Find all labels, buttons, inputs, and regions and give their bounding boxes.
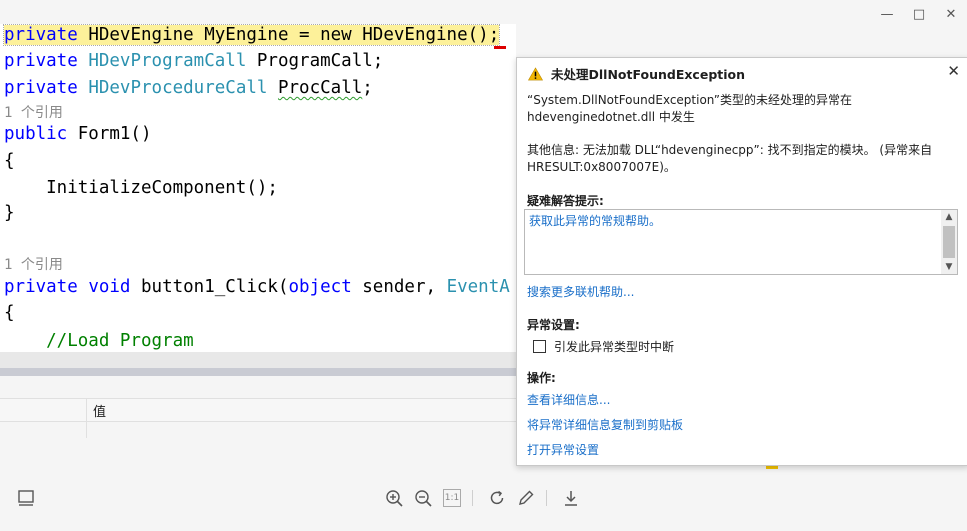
actual-size-icon[interactable]: 1:1 [443, 489, 461, 507]
toolbar-separator [546, 490, 547, 506]
popup-title-text: 未处理DllNotFoundException [551, 67, 746, 82]
close-icon: ✕ [945, 6, 957, 22]
code-line-4: public Form1() [4, 123, 152, 145]
code-text: sender, [351, 277, 447, 297]
code-text: ; [362, 78, 373, 98]
break-checkbox[interactable] [533, 340, 546, 353]
code-text: button1_Click( [130, 277, 289, 297]
exception-helper-popup: 未处理DllNotFoundException ✕ “System.DllNot… [516, 57, 967, 466]
pen-icon[interactable] [517, 489, 535, 507]
type-name: HDevEngine [362, 25, 468, 45]
minimize-button[interactable]: — [871, 0, 903, 28]
close-popup-button[interactable]: ✕ [947, 62, 960, 80]
close-icon: ✕ [947, 62, 960, 80]
keyword: public [4, 124, 68, 144]
code-line-7: } [4, 203, 15, 223]
warning-icon [528, 66, 543, 80]
exception-marker [494, 46, 506, 49]
type-name: EventA [446, 277, 510, 297]
keyword: void [88, 277, 131, 297]
actions-label: 操作: [527, 371, 556, 385]
type-name: HDevProcedureCall [88, 78, 268, 98]
zoom-out-icon[interactable] [414, 489, 432, 507]
zoom-in-icon[interactable] [385, 489, 403, 507]
code-line-6: InitializeComponent(); [4, 178, 278, 198]
exception-message: “System.DllNotFoundException”类型的未经处理的异常在… [527, 93, 852, 124]
view-details-link[interactable]: 查看详细信息... [527, 391, 610, 408]
code-line-10: //Load Program [4, 331, 194, 351]
keyword: private [4, 277, 78, 297]
keyword: private [4, 51, 78, 71]
maximize-button[interactable]: □ [903, 0, 935, 28]
break-checkbox-label: 引发此异常类型时中断 [554, 340, 675, 354]
watch-grid-header [0, 398, 516, 422]
code-editor[interactable]: private HDevEngine MyEngine = new HDevEn… [0, 24, 516, 352]
code-line-3: private HDevProcedureCall ProcCall; [4, 77, 373, 99]
minimize-icon: — [880, 6, 894, 22]
code-line-2: private HDevProgramCall ProgramCall; [4, 50, 383, 72]
scroll-down-icon[interactable]: ▼ [941, 260, 957, 274]
column-separator[interactable] [86, 398, 87, 438]
type-name: HDevEngine [88, 25, 194, 45]
additional-info: 其他信息: 无法加载 DLL“hdevenginecpp”: 找不到指定的模块。… [527, 143, 933, 174]
code-line-5: { [4, 151, 15, 171]
keyword: private [4, 25, 78, 45]
online-help-link[interactable]: 搜索更多联机帮助... [527, 283, 634, 300]
warning-squiggle-identifier[interactable]: ProcCall [278, 78, 362, 98]
scroll-up-icon[interactable]: ▲ [941, 210, 957, 224]
general-help-link[interactable]: 获取此异常的常规帮助。 [529, 212, 661, 229]
toolbar-separator [472, 490, 473, 506]
keyword: new [320, 25, 352, 45]
maximize-icon: □ [912, 6, 926, 22]
download-icon[interactable] [562, 489, 580, 507]
keyword: object [288, 277, 352, 297]
close-window-button[interactable]: ✕ [935, 0, 967, 28]
actual-size-label: 1:1 [444, 493, 460, 503]
code-line-1: private HDevEngine MyEngine = new HDevEn… [2, 24, 501, 46]
troubleshoot-label: 疑难解答提示: [527, 194, 604, 208]
code-line-9: { [4, 303, 15, 323]
scroll-thumb[interactable] [943, 226, 955, 258]
code-line-8: private void button1_Click(object sender… [4, 276, 510, 298]
value-column-header[interactable]: 值 [93, 401, 106, 420]
code-text: (); [467, 25, 500, 45]
troubleshoot-tips-box: 获取此异常的常规帮助。 ▲ ▼ [524, 209, 958, 275]
copy-details-link[interactable]: 将异常详细信息复制到剪贴板 [527, 416, 683, 433]
refresh-icon[interactable] [488, 489, 506, 507]
type-name: HDevProgramCall [88, 51, 247, 71]
codelens-references[interactable]: 1 个引用 [4, 104, 63, 122]
panel-splitter[interactable] [0, 368, 516, 376]
keyword: private [4, 78, 78, 98]
code-text: MyEngine = [193, 25, 321, 45]
codelens-references[interactable]: 1 个引用 [4, 256, 63, 274]
break-on-exception-option[interactable]: 引发此异常类型时中断 [533, 338, 674, 355]
open-exception-settings-link[interactable]: 打开异常设置 [527, 441, 599, 458]
code-text: ProgramCall; [246, 51, 384, 71]
panel-icon[interactable] [17, 489, 35, 507]
popup-title: 未处理DllNotFoundException [528, 64, 745, 83]
window-controls: — □ ✕ [871, 0, 967, 28]
code-text: Form1() [67, 124, 152, 144]
exception-settings-label: 异常设置: [527, 318, 580, 332]
tips-scrollbar[interactable]: ▲ ▼ [941, 210, 957, 274]
